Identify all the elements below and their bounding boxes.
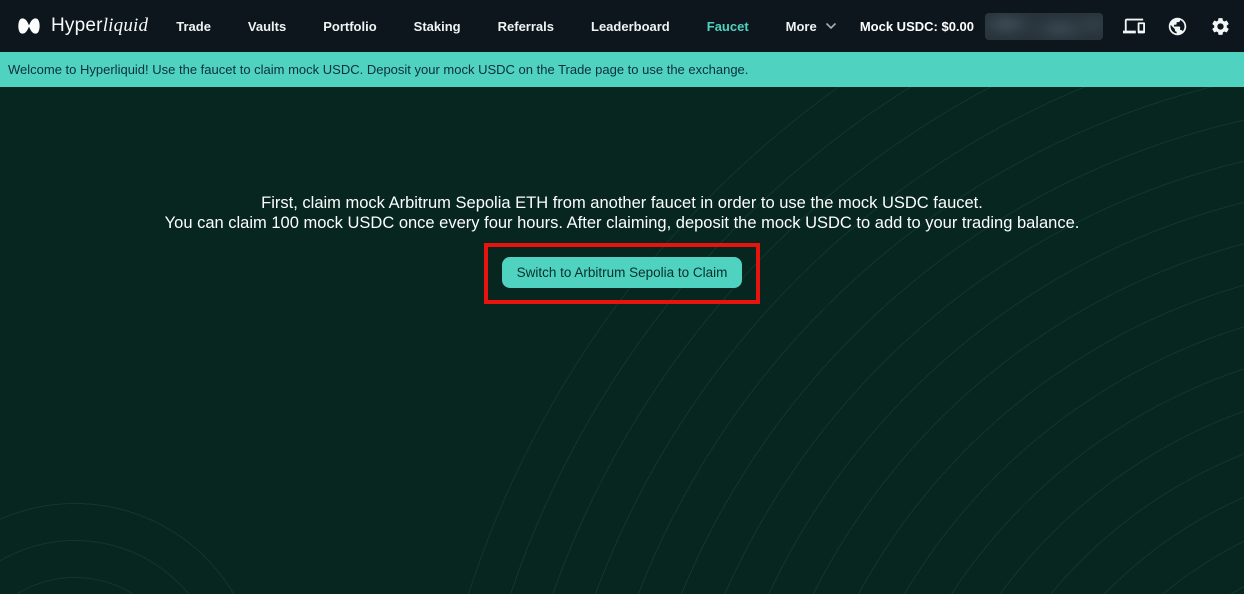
nav-item-trade[interactable]: Trade xyxy=(176,19,211,34)
annotation-red-box: Switch to Arbitrum Sepolia to Claim xyxy=(483,243,761,304)
welcome-banner-text: Welcome to Hyperliquid! Use the faucet t… xyxy=(8,62,749,77)
chevron-down-icon xyxy=(825,22,836,30)
main-nav: Trade Vaults Portfolio Staking Referrals… xyxy=(176,19,836,34)
globe-icon xyxy=(1168,17,1186,35)
wallet-blur xyxy=(985,12,1103,40)
language-globe-button[interactable] xyxy=(1165,14,1189,38)
devices-icon xyxy=(1123,18,1145,34)
mock-usdc-balance: Mock USDC: $0.00 xyxy=(859,18,974,34)
background-arcs-left xyxy=(0,488,275,594)
faucet-instructions: First, claim mock Arbitrum Sepolia ETH f… xyxy=(0,193,1244,233)
nav-item-faucet[interactable]: Faucet xyxy=(707,19,749,34)
settings-icon xyxy=(1211,17,1229,35)
instructions-line-1: First, claim mock Arbitrum Sepolia ETH f… xyxy=(261,194,983,212)
brand-liquid: liquid xyxy=(102,15,149,36)
devices-button[interactable] xyxy=(1122,14,1146,38)
instructions-line-2: You can claim 100 mock USDC once every f… xyxy=(164,214,1080,232)
brand-name: Hyperliquid xyxy=(51,15,148,37)
top-nav: Hyperliquid Trade Vaults Portfolio Staki… xyxy=(0,0,1244,52)
nav-item-more[interactable]: More xyxy=(786,19,837,34)
settings-button[interactable] xyxy=(1208,14,1232,38)
nav-item-vaults[interactable]: Vaults xyxy=(248,19,286,34)
brand-hyper: Hyper xyxy=(51,15,103,36)
background-arcs-right xyxy=(420,87,1244,594)
welcome-banner: Welcome to Hyperliquid! Use the faucet t… xyxy=(0,52,1244,87)
nav-item-leaderboard[interactable]: Leaderboard xyxy=(591,19,670,34)
main-content: First, claim mock Arbitrum Sepolia ETH f… xyxy=(0,87,1244,594)
nav-item-referrals[interactable]: Referrals xyxy=(498,19,554,34)
nav-more-label: More xyxy=(785,18,817,34)
nav-item-portfolio[interactable]: Portfolio xyxy=(323,19,376,34)
wallet-address-button[interactable] xyxy=(985,12,1103,40)
nav-item-staking[interactable]: Staking xyxy=(414,19,461,34)
hyperliquid-logo-icon xyxy=(18,18,40,34)
switch-network-button[interactable]: Switch to Arbitrum Sepolia to Claim xyxy=(501,257,743,288)
hyperliquid-logo[interactable]: Hyperliquid xyxy=(16,15,148,37)
